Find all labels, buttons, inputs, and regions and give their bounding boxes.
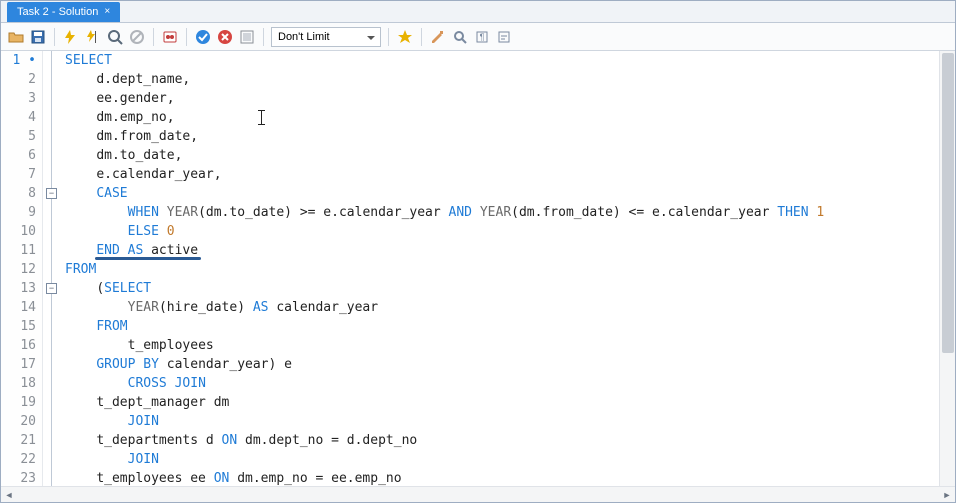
fold-rail [51,51,52,486]
code-line: ee.gender, [65,89,939,108]
beautify-icon[interactable] [429,28,447,46]
fold-toggle-icon[interactable]: − [46,188,57,199]
line-number: 14 [1,298,36,317]
word-wrap-icon[interactable] [495,28,513,46]
toolbar-separator [186,28,187,46]
vertical-scrollbar[interactable] [939,51,955,486]
line-number-gutter: 1 •2345678910111213141516171819202122232… [1,51,43,486]
find-icon[interactable] [451,28,469,46]
line-number: 13 [1,279,36,298]
text-caret [261,110,262,125]
line-number: 19 [1,393,36,412]
vertical-scroll-thumb[interactable] [942,53,954,353]
line-number: 17 [1,355,36,374]
line-number: 15 [1,317,36,336]
code-line: t_employees [65,336,939,355]
code-line: CROSS JOIN [65,374,939,393]
code-area[interactable]: SELECT d.dept_name, ee.gender, dm.emp_no… [61,51,939,486]
line-number: 10 [1,222,36,241]
line-number: 7 [1,165,36,184]
execute-icon[interactable] [62,28,80,46]
toolbar-separator [153,28,154,46]
tab-bar: Task 2 - Solution × [1,1,955,23]
line-number: 2 [1,70,36,89]
close-icon[interactable]: × [104,7,110,17]
code-line: FROM [65,317,939,336]
code-editor[interactable]: 1 •2345678910111213141516171819202122232… [1,51,955,486]
code-line: SELECT [65,51,939,70]
line-number: 22 [1,450,36,469]
code-line: JOIN [65,412,939,431]
line-number: 5 [1,127,36,146]
code-line: dm.from_date, [65,127,939,146]
line-number: 8 [1,184,36,203]
code-line: FROM [65,260,939,279]
horizontal-scrollbar[interactable]: ◄ ► [1,486,955,502]
toolbar-separator [263,28,264,46]
toolbar: Don't Limit ¶ [1,23,955,51]
code-line: d.dept_name, [65,70,939,89]
limit-rows-label: Don't Limit [278,31,330,43]
svg-text:¶: ¶ [480,32,485,42]
stop-icon[interactable] [128,28,146,46]
code-line: dm.to_date, [65,146,939,165]
execute-current-icon[interactable] [84,28,102,46]
code-line: t_employees ee ON dm.emp_no = ee.emp_no [65,469,939,486]
line-number: 1 • [1,51,36,70]
commit-icon[interactable] [194,28,212,46]
scroll-left-icon[interactable]: ◄ [1,490,17,500]
toolbar-separator [54,28,55,46]
tab-active[interactable]: Task 2 - Solution × [7,2,120,22]
line-number: 23 [1,469,36,486]
code-line: JOIN [65,450,939,469]
open-folder-icon[interactable] [7,28,25,46]
code-line: t_departments d ON dm.dept_no = d.dept_n… [65,431,939,450]
code-line: WHEN YEAR(dm.to_date) >= e.calendar_year… [65,203,939,222]
line-number: 11 [1,241,36,260]
save-icon[interactable] [29,28,47,46]
line-number: 9 [1,203,36,222]
favorite-icon[interactable] [396,28,414,46]
autocommit-icon[interactable] [238,28,256,46]
code-line: (SELECT [65,279,939,298]
code-line: dm.emp_no, [65,108,939,127]
toolbar-separator [421,28,422,46]
limit-rows-select[interactable]: Don't Limit [271,27,381,47]
line-number: 12 [1,260,36,279]
app-window: Task 2 - Solution × Don't Limit ¶ 1 •234… [0,0,956,503]
rollback-icon[interactable] [216,28,234,46]
toolbar-separator [388,28,389,46]
code-line: t_dept_manager dm [65,393,939,412]
line-number: 20 [1,412,36,431]
sql-mode-icon[interactable] [161,28,179,46]
line-number: 16 [1,336,36,355]
code-line: GROUP BY calendar_year) e [65,355,939,374]
annotation-underline [95,257,201,260]
toggle-whitespace-icon[interactable]: ¶ [473,28,491,46]
explain-icon[interactable] [106,28,124,46]
tab-title: Task 2 - Solution [17,6,98,18]
scroll-right-icon[interactable]: ► [939,490,955,500]
horizontal-scroll-track[interactable] [17,487,939,502]
code-line: e.calendar_year, [65,165,939,184]
line-number: 3 [1,89,36,108]
code-line: YEAR(hire_date) AS calendar_year [65,298,939,317]
code-line: CASE [65,184,939,203]
line-number: 6 [1,146,36,165]
line-number: 21 [1,431,36,450]
line-number: 4 [1,108,36,127]
code-line: ELSE 0 [65,222,939,241]
fold-column: −− [43,51,61,486]
line-number: 18 [1,374,36,393]
fold-toggle-icon[interactable]: − [46,283,57,294]
